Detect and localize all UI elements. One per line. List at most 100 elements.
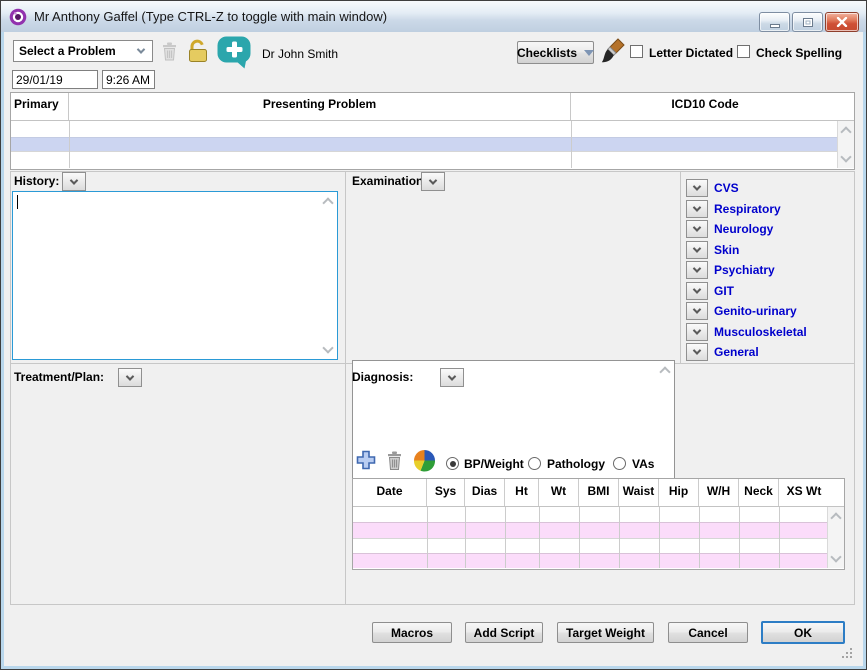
diagnosis-label: Diagnosis: bbox=[352, 370, 413, 384]
problem-row[interactable] bbox=[11, 151, 837, 166]
vertical-separator bbox=[680, 171, 681, 363]
add-script-button[interactable]: Add Script bbox=[465, 622, 543, 643]
check-spelling-checkbox[interactable] bbox=[737, 45, 750, 58]
system-label[interactable]: GIT bbox=[714, 284, 734, 298]
add-observation-icon[interactable] bbox=[355, 449, 377, 476]
column-divider bbox=[465, 507, 466, 568]
git-dropdown[interactable] bbox=[686, 282, 708, 300]
col-xswt: XS Wt bbox=[779, 479, 829, 506]
chevron-down-icon bbox=[70, 176, 78, 184]
pathology-label[interactable]: Pathology bbox=[547, 457, 605, 471]
close-button[interactable] bbox=[825, 12, 859, 32]
cancel-label: Cancel bbox=[688, 626, 727, 640]
scroll-down-icon[interactable] bbox=[830, 551, 841, 562]
problem-row[interactable] bbox=[11, 121, 837, 137]
target-weight-button[interactable]: Target Weight bbox=[557, 622, 654, 643]
minimize-button[interactable] bbox=[759, 12, 790, 32]
chevron-down-icon bbox=[126, 372, 134, 380]
column-divider bbox=[779, 507, 780, 568]
examination-autofill-dropdown[interactable] bbox=[421, 172, 445, 191]
vas-radio[interactable] bbox=[613, 457, 626, 470]
skin-dropdown[interactable] bbox=[686, 241, 708, 259]
delete-problem-icon[interactable] bbox=[161, 41, 178, 66]
chevron-down-icon bbox=[693, 326, 701, 334]
visit-date-input[interactable]: 29/01/19 bbox=[12, 70, 98, 89]
check-spelling-label: Check Spelling bbox=[756, 46, 842, 60]
scroll-up-icon[interactable] bbox=[322, 197, 333, 208]
vitals-header: Date Sys Dias Ht Wt BMI Waist Hip W/H Ne… bbox=[353, 479, 844, 507]
checklists-label: Checklists bbox=[517, 46, 577, 60]
macros-button[interactable]: Macros bbox=[372, 622, 452, 643]
system-label[interactable]: Psychiatry bbox=[714, 263, 775, 277]
titlebar[interactable]: Mr Anthony Gaffel (Type CTRL-Z to toggle… bbox=[1, 1, 866, 32]
vitals-scrollbar[interactable] bbox=[827, 507, 844, 568]
chevron-down-icon bbox=[693, 182, 701, 190]
genito-urinary-dropdown[interactable] bbox=[686, 302, 708, 320]
encounter-window: Mr Anthony Gaffel (Type CTRL-Z to toggle… bbox=[0, 0, 867, 670]
letter-dictated-label: Letter Dictated bbox=[649, 46, 733, 60]
paintbrush-icon[interactable] bbox=[601, 37, 627, 70]
system-label[interactable]: Genito-urinary bbox=[714, 304, 797, 318]
system-label[interactable]: Neurology bbox=[714, 222, 773, 236]
col-icd10: ICD10 Code bbox=[571, 93, 839, 120]
system-label[interactable]: General bbox=[714, 345, 759, 359]
chevron-down-icon bbox=[448, 372, 456, 380]
system-checklist: CVS Respiratory Neurology Skin Psychiatr… bbox=[686, 179, 807, 364]
column-divider bbox=[69, 121, 70, 168]
letter-dictated-checkbox[interactable] bbox=[630, 45, 643, 58]
treatment-autofill-dropdown[interactable] bbox=[118, 368, 142, 387]
ok-label: OK bbox=[794, 626, 812, 640]
delete-observation-icon[interactable] bbox=[386, 450, 403, 476]
col-waist: Waist bbox=[619, 479, 659, 506]
examination-label: Examination: bbox=[352, 174, 427, 188]
ok-button[interactable]: OK bbox=[761, 621, 845, 644]
problem-select-value: Select a Problem bbox=[14, 44, 138, 58]
bp-weight-radio[interactable] bbox=[446, 457, 459, 470]
scroll-up-icon[interactable] bbox=[659, 366, 670, 377]
column-divider bbox=[539, 507, 540, 568]
vas-label[interactable]: VAs bbox=[632, 457, 654, 471]
macros-label: Macros bbox=[391, 626, 433, 640]
chevron-down-icon bbox=[137, 45, 145, 53]
chart-icon[interactable] bbox=[413, 449, 436, 477]
scroll-up-icon[interactable] bbox=[830, 512, 841, 523]
respiratory-dropdown[interactable] bbox=[686, 200, 708, 218]
cancel-button[interactable]: Cancel bbox=[668, 622, 748, 643]
diagnosis-autofill-dropdown[interactable] bbox=[440, 368, 464, 387]
musculoskeletal-dropdown[interactable] bbox=[686, 323, 708, 341]
chevron-down-icon bbox=[693, 203, 701, 211]
neurology-dropdown[interactable] bbox=[686, 220, 708, 238]
scroll-down-icon[interactable] bbox=[322, 342, 333, 353]
psychiatry-dropdown[interactable] bbox=[686, 261, 708, 279]
system-label[interactable]: CVS bbox=[714, 181, 739, 195]
maximize-button[interactable] bbox=[792, 12, 823, 32]
general-dropdown[interactable] bbox=[686, 343, 708, 361]
problem-select[interactable]: Select a Problem bbox=[13, 40, 153, 62]
history-textarea[interactable] bbox=[12, 191, 338, 360]
unlock-icon[interactable] bbox=[185, 38, 211, 68]
vitals-body bbox=[353, 507, 844, 568]
bp-weight-label[interactable]: BP/Weight bbox=[464, 457, 524, 471]
vertical-separator bbox=[345, 171, 346, 605]
text-caret bbox=[17, 195, 18, 209]
system-row-git: GIT bbox=[686, 282, 807, 300]
scroll-down-icon[interactable] bbox=[840, 151, 851, 162]
system-row-neurology: Neurology bbox=[686, 220, 807, 238]
history-autofill-dropdown[interactable] bbox=[62, 172, 86, 191]
resize-grip-icon[interactable] bbox=[842, 646, 853, 664]
problem-row-selected[interactable] bbox=[11, 137, 837, 151]
scroll-up-icon[interactable] bbox=[840, 126, 851, 137]
col-presenting-problem: Presenting Problem bbox=[69, 93, 571, 120]
radio-selected-dot bbox=[450, 461, 456, 467]
system-label[interactable]: Respiratory bbox=[714, 202, 781, 216]
visit-time-input[interactable]: 9:26 AM bbox=[102, 70, 155, 89]
pathology-radio[interactable] bbox=[528, 457, 541, 470]
system-label[interactable]: Skin bbox=[714, 243, 739, 257]
problem-table-scrollbar[interactable] bbox=[837, 121, 854, 168]
add-comment-icon[interactable] bbox=[216, 35, 253, 74]
checklists-button[interactable]: Checklists bbox=[517, 41, 594, 64]
column-divider bbox=[571, 121, 572, 168]
col-primary: Primary bbox=[11, 93, 69, 120]
cvs-dropdown[interactable] bbox=[686, 179, 708, 197]
system-label[interactable]: Musculoskeletal bbox=[714, 325, 807, 339]
